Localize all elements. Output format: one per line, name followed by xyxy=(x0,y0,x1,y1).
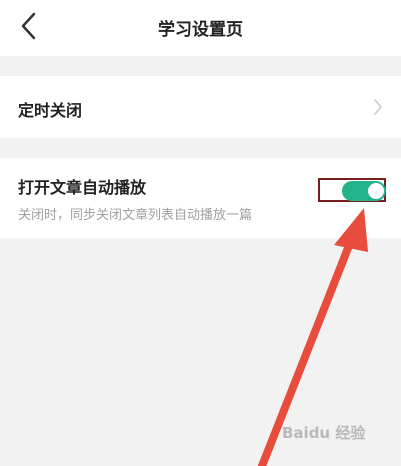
setting-row-autoplay: 打开文章自动播放 关闭时，同步关闭文章列表自动播放一篇 xyxy=(0,158,401,238)
chevron-right-icon xyxy=(374,99,382,115)
autoplay-label: 打开文章自动播放 xyxy=(18,178,147,197)
page-title: 学习设置页 xyxy=(158,20,243,40)
top-nav-bar: 学习设置页 xyxy=(0,0,401,56)
toggle-knob xyxy=(368,183,384,199)
timer-close-label: 定时关闭 xyxy=(18,101,83,120)
baidu-watermark: Baidu 经验 xyxy=(282,424,366,442)
autoplay-toggle[interactable] xyxy=(318,178,386,202)
setting-row-timer-close[interactable]: 定时关闭 xyxy=(0,76,401,138)
autoplay-description: 关闭时，同步关闭文章列表自动播放一篇 xyxy=(18,208,253,223)
toggle-track xyxy=(342,181,386,201)
